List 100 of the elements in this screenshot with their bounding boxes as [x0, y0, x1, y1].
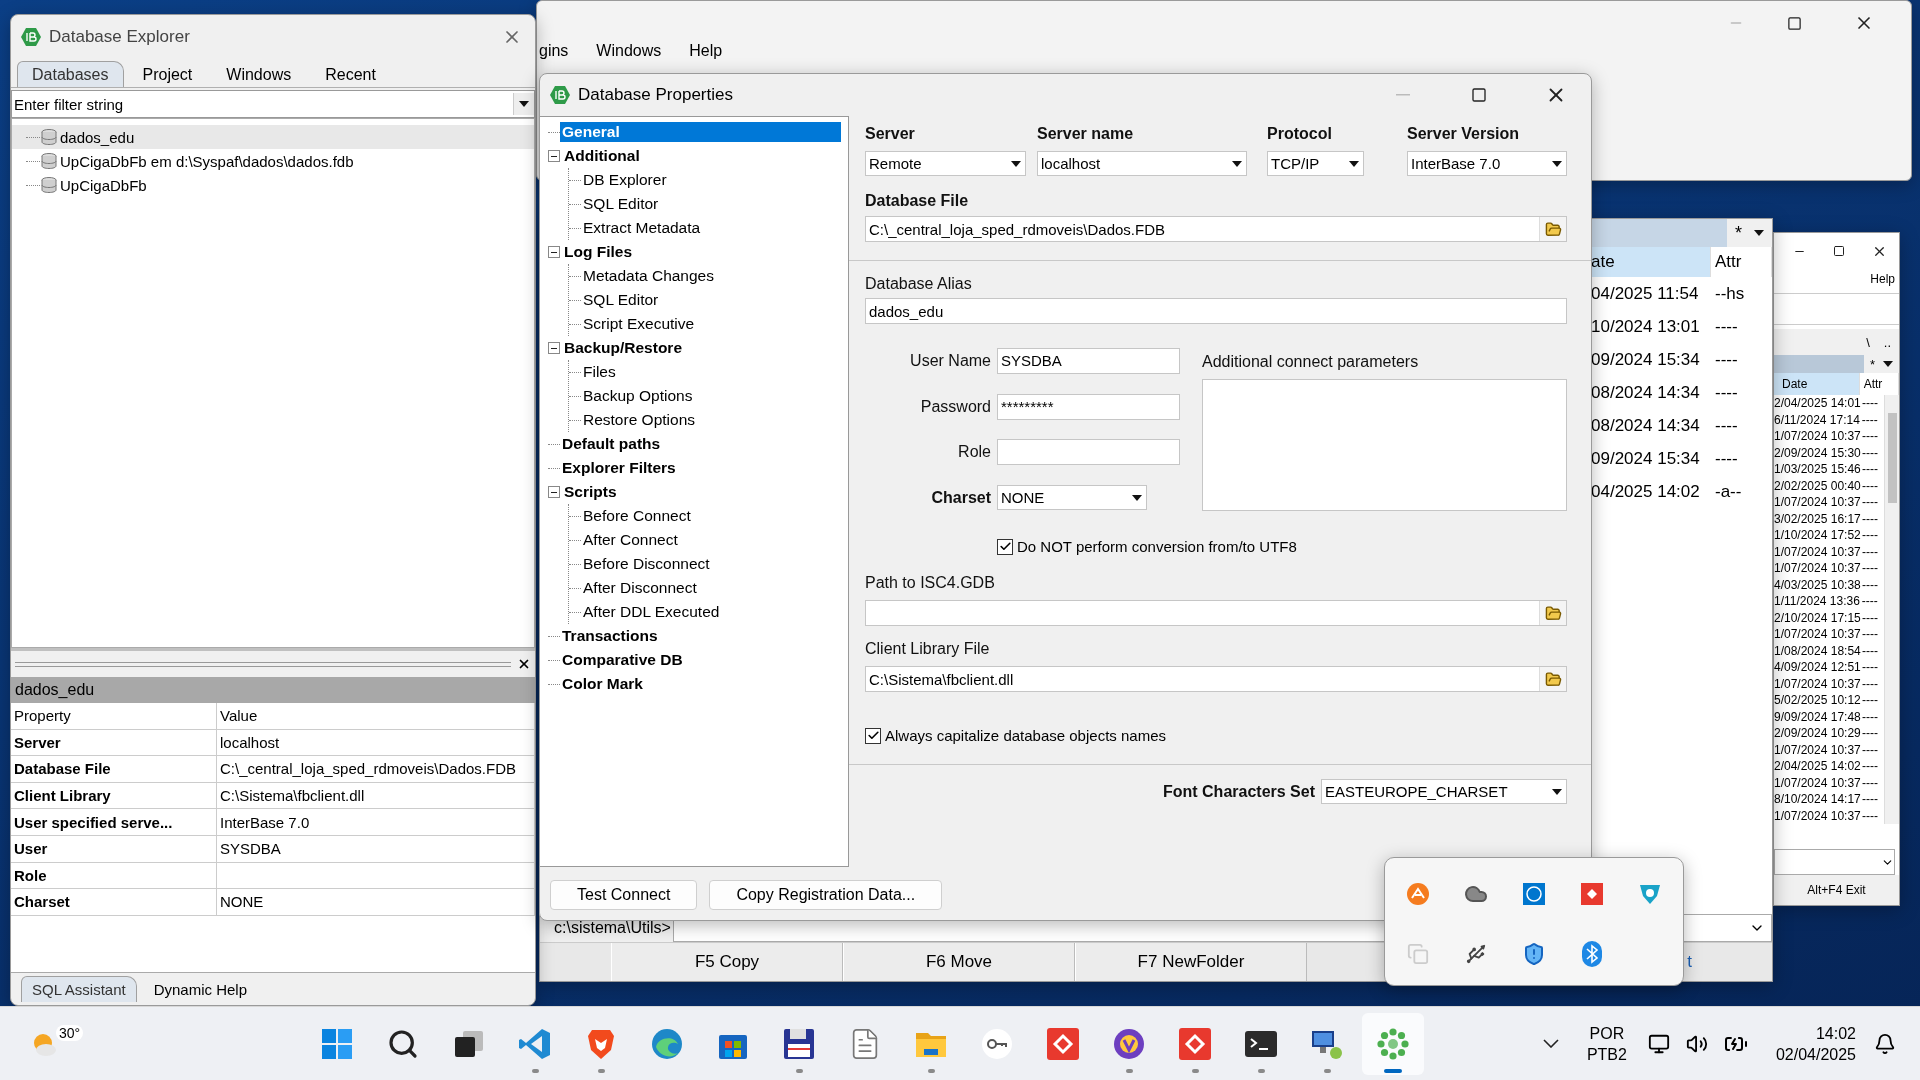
property-name: Client Library — [11, 782, 217, 810]
network-icon[interactable] — [1647, 1032, 1670, 1055]
dialog-button[interactable]: Test Connect — [550, 880, 698, 910]
column-header[interactable]: Date — [1774, 373, 1860, 395]
maximize-button[interactable] — [1833, 245, 1845, 257]
date-cell: 1/07/2024 10:37 — [1774, 627, 1860, 642]
text-field[interactable]: dados_edu — [865, 298, 1567, 324]
text-field[interactable] — [997, 439, 1180, 466]
dropdown-arrow-icon — [1552, 160, 1562, 167]
path-button[interactable]: \ — [1866, 334, 1870, 350]
tree-item[interactable]: Metadata Changes — [581, 266, 716, 286]
menu-item[interactable]: Windows — [596, 42, 662, 60]
file-path-field[interactable]: C:\_central_loja_sped_rdmoveis\Dados.FDB — [865, 216, 1567, 242]
browse-button[interactable] — [1539, 217, 1566, 241]
tree-item[interactable]: SQL Editor — [581, 194, 661, 214]
database-icon — [40, 128, 58, 146]
function-key-button[interactable]: F6 Move — [843, 943, 1075, 981]
menu-item[interactable]: Help — [1870, 272, 1895, 286]
column-header[interactable]: ate — [1591, 247, 1711, 277]
tree-item[interactable]: Before Disconnect — [581, 554, 712, 574]
scrollbar[interactable] — [1884, 395, 1899, 824]
clock[interactable]: 14:02 02/04/2025 — [1775, 1022, 1856, 1065]
dropdown[interactable]: EASTEUROPE_CHARSET — [1321, 779, 1567, 804]
browse-button[interactable] — [1539, 601, 1566, 625]
dropdown[interactable]: Remote — [865, 151, 1026, 176]
tab[interactable]: Project — [127, 61, 208, 87]
tab[interactable]: Recent — [310, 61, 391, 87]
property-value: C:\Sistema\fbclient.dll — [217, 782, 535, 810]
checkbox[interactable] — [865, 727, 881, 744]
tree-item[interactable]: Color Mark — [560, 674, 645, 694]
file-path-field[interactable]: C:\Sistema\fbclient.dll — [865, 666, 1567, 692]
text-field[interactable]: ********* — [997, 393, 1180, 420]
property-value: C:\_central_loja_sped_rdmoveis\Dados.FDB — [217, 756, 535, 783]
text-field[interactable]: SYSDBA — [997, 347, 1180, 374]
tree-item[interactable]: Transactions — [560, 626, 660, 646]
function-key-button[interactable]: F5 Copy — [611, 943, 843, 981]
tree-item[interactable]: After DDL Executed — [581, 602, 722, 622]
path-button[interactable]: .. — [1883, 334, 1891, 350]
filter-button[interactable]: * — [1727, 219, 1772, 247]
date-cell: 1/08/2024 18:54 — [1774, 643, 1860, 658]
tree-item[interactable]: Additional — [562, 146, 642, 166]
field-label: Charset — [930, 487, 991, 508]
tree-item[interactable]: After Disconnect — [581, 578, 699, 598]
dropdown[interactable]: NONE — [997, 485, 1147, 511]
link-text[interactable]: t — [1687, 952, 1692, 972]
tree-item[interactable]: Backup Options — [581, 386, 695, 406]
tree-item[interactable]: After Connect — [581, 530, 680, 550]
dropdown[interactable]: InterBase 7.0 — [1407, 151, 1567, 176]
dropdown[interactable]: localhost — [1037, 151, 1247, 176]
browse-button[interactable] — [1539, 667, 1566, 691]
dialog-button[interactable]: Copy Registration Data... — [709, 880, 943, 910]
start-icon — [320, 1026, 354, 1061]
tree-item[interactable]: General — [560, 122, 841, 142]
shield-icon[interactable] — [1638, 882, 1662, 906]
checkbox[interactable] — [997, 538, 1013, 555]
diamond-square-icon[interactable] — [1580, 882, 1604, 906]
tree-item[interactable]: Backup/Restore — [562, 338, 684, 358]
menu-item[interactable]: gins — [539, 42, 569, 60]
notification-icon[interactable] — [1874, 1032, 1896, 1055]
tree-item[interactable]: Explorer Filters — [560, 458, 678, 478]
ring-square-icon[interactable] — [1522, 882, 1546, 906]
field-label: Database Alias — [865, 274, 973, 294]
collapse-toggle[interactable] — [548, 150, 560, 162]
tab[interactable]: Dynamic Help — [142, 976, 259, 1002]
file-path-field[interactable] — [865, 600, 1567, 626]
field-label: User Name — [909, 350, 991, 371]
database-item[interactable]: UpCigaDbFb em d:\Syspaf\dados\dados.fdb — [12, 149, 534, 173]
tree-item[interactable]: Comparative DB — [560, 650, 685, 670]
maximize-button[interactable] — [1471, 87, 1487, 103]
tree-item[interactable]: Script Executive — [581, 314, 697, 334]
shield-warning-icon[interactable] — [1522, 942, 1546, 966]
collapse-toggle[interactable] — [548, 246, 560, 258]
maximize-button[interactable] — [1786, 15, 1802, 31]
database-item[interactable]: UpCigaDbFb — [12, 173, 534, 197]
menu-item[interactable]: Help — [689, 42, 723, 60]
function-key-button[interactable]: F7 NewFolder — [1075, 943, 1307, 981]
filter-button[interactable]: * — [1863, 355, 1899, 373]
tree-item[interactable]: Restore Options — [581, 410, 697, 430]
database-item[interactable]: dados_edu — [12, 125, 534, 149]
filter-field[interactable]: Enter filter string — [11, 90, 535, 118]
collapse-toggle[interactable] — [548, 342, 560, 354]
tree-item[interactable]: Extract Metadata — [581, 218, 703, 238]
tree-item[interactable]: DB Explorer — [581, 170, 669, 190]
dropdown[interactable]: TCP/IP — [1267, 151, 1364, 176]
tree-item[interactable]: Before Connect — [581, 506, 693, 526]
close-icon[interactable] — [517, 657, 531, 671]
collapse-toggle[interactable] — [548, 486, 560, 498]
tree-item[interactable]: SQL Editor — [581, 290, 661, 310]
tree-item[interactable]: Scripts — [562, 482, 619, 502]
tab[interactable]: SQL Assistant — [21, 976, 137, 1002]
tab[interactable]: Windows — [211, 61, 307, 87]
tab[interactable]: Databases — [17, 61, 124, 87]
tree-item[interactable]: Default paths — [560, 434, 663, 454]
usb-icon[interactable] — [1465, 943, 1487, 965]
tree-item[interactable]: Files — [581, 362, 618, 382]
triangle-badge-icon[interactable] — [1406, 882, 1430, 906]
bluetooth-icon[interactable] — [1582, 941, 1602, 967]
command-line-field[interactable] — [1774, 849, 1895, 875]
tree-item[interactable]: Log Files — [562, 242, 635, 262]
language-indicator[interactable]: POR PTB2 — [1573, 1022, 1640, 1065]
